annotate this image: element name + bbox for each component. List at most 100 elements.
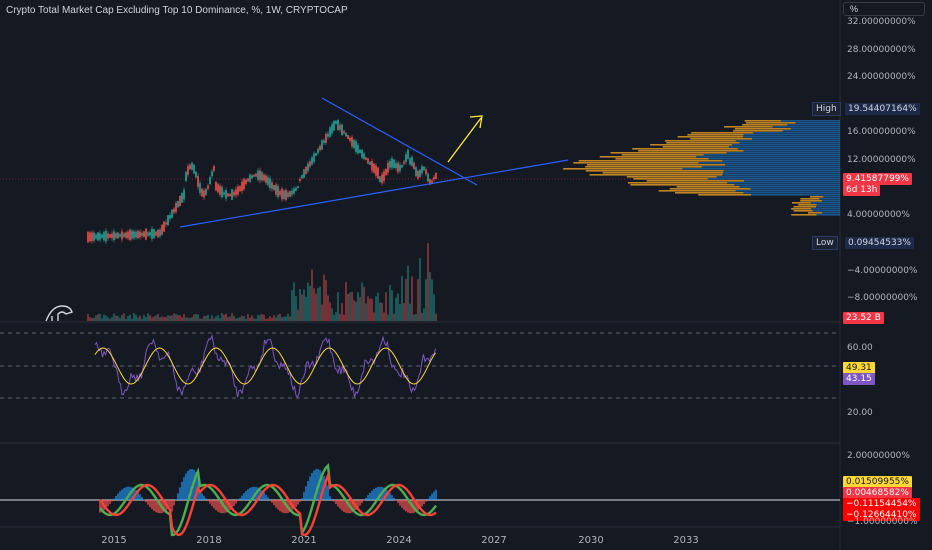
macd-histogram-bar <box>233 500 235 506</box>
volume-bar <box>243 316 245 321</box>
candle-body <box>317 149 319 154</box>
oscillator-axis-label: 20.00 <box>847 408 873 418</box>
candle-body <box>293 188 295 194</box>
price-axis-label: 28.00000000% <box>847 45 916 55</box>
volume-bar <box>129 314 131 321</box>
volume-bar <box>159 317 161 321</box>
volume-bar <box>355 301 357 321</box>
candle-body <box>97 232 99 241</box>
volume-bar <box>221 313 223 321</box>
macd-histogram-bar <box>369 492 371 500</box>
candle-body <box>281 189 283 200</box>
candle-body <box>247 178 249 182</box>
volume-profile-bar <box>723 170 840 172</box>
candle-body <box>343 131 345 134</box>
macd-histogram-bar <box>243 493 245 500</box>
macd-histogram-bar <box>169 500 171 508</box>
volume-bar <box>401 275 403 321</box>
volume-profile-bar <box>742 136 840 138</box>
macd-histogram-bar <box>393 497 395 500</box>
volume-profile-bar <box>795 122 840 124</box>
candle-body <box>89 232 91 242</box>
volume-profile-bar <box>735 140 840 142</box>
volume-bar <box>237 317 239 321</box>
volume-bar <box>127 315 129 321</box>
candle-body <box>197 176 199 187</box>
volume-profile-bar <box>726 152 840 154</box>
volume-bar <box>421 312 423 321</box>
volume-profile-bar <box>782 130 840 132</box>
macd-histogram-bar <box>267 497 269 500</box>
macd-histogram-bar <box>403 500 405 510</box>
candle-body <box>219 185 221 195</box>
price-axis-label: 12.00000000% <box>847 155 916 165</box>
candle-body <box>209 176 211 184</box>
volume-bar <box>331 308 333 321</box>
price-axis-label: 24.00000000% <box>847 72 916 82</box>
volume-bar <box>363 286 365 321</box>
volume-bar <box>231 313 233 321</box>
volume-bar <box>339 313 341 321</box>
macd-histogram-bar <box>397 500 399 504</box>
volume-bar <box>107 317 109 321</box>
volume-bar <box>303 289 305 321</box>
time-axis-label: 2027 <box>481 535 507 546</box>
volume-bar <box>275 317 277 321</box>
tradingview-dino-icon <box>45 305 73 322</box>
volume-bar <box>291 290 293 321</box>
resistance-trendline <box>321 97 478 186</box>
candle-body <box>193 164 195 174</box>
macd-histogram-bar <box>421 500 423 507</box>
volume-profile-bar <box>585 170 724 172</box>
candle-body <box>397 162 399 173</box>
volume-bar <box>373 312 375 321</box>
volume-bar <box>377 292 379 321</box>
candle-body <box>321 140 323 150</box>
volume-profile-bar <box>723 172 840 174</box>
candle-body <box>145 228 147 240</box>
volume-bar <box>381 302 383 321</box>
macd-histogram-bar <box>333 500 335 502</box>
volume-bar <box>413 314 415 321</box>
price-axis-label: 32.00000000% <box>847 17 916 27</box>
volume-bar <box>191 317 193 321</box>
candle-body <box>245 180 247 184</box>
candle-body <box>137 230 139 239</box>
volume-bar <box>411 276 413 321</box>
volume-bar <box>319 286 321 321</box>
candle-body <box>255 173 257 177</box>
candle-body <box>373 163 375 173</box>
chart-canvas[interactable] <box>0 0 932 550</box>
volume-bar <box>155 315 157 321</box>
macd-histogram-bar <box>367 495 369 500</box>
volume-profile-bar <box>742 124 788 126</box>
candle-body <box>399 164 401 172</box>
volume-bar <box>329 302 331 321</box>
volume-bar <box>403 303 405 321</box>
macd-histogram-bar <box>435 489 437 500</box>
macd-histogram-bar <box>425 500 427 502</box>
volume-bar <box>347 293 349 321</box>
low-label: Low <box>812 236 838 250</box>
candle-body <box>309 161 311 167</box>
volume-bar <box>187 317 189 321</box>
scale-mode-button[interactable]: % <box>843 2 925 16</box>
macd-histogram-bar <box>375 487 377 500</box>
volume-bar <box>111 317 113 321</box>
volume-profile-bar <box>650 144 733 146</box>
candle-body <box>235 189 237 196</box>
candle-body <box>185 172 187 181</box>
volume-bar <box>283 316 285 321</box>
macd-histogram-bar <box>217 500 219 512</box>
volume-bar <box>125 318 127 321</box>
volume-profile-bar <box>743 192 840 194</box>
volume-profile-bar <box>787 124 840 126</box>
volume-bar <box>153 316 155 321</box>
candle-body <box>187 166 189 175</box>
candle-body <box>179 195 181 207</box>
volume-bar <box>87 313 89 321</box>
volume-bar <box>317 288 319 321</box>
candle-body <box>127 231 129 239</box>
volume-bar <box>311 269 313 321</box>
candle-body <box>159 229 161 237</box>
